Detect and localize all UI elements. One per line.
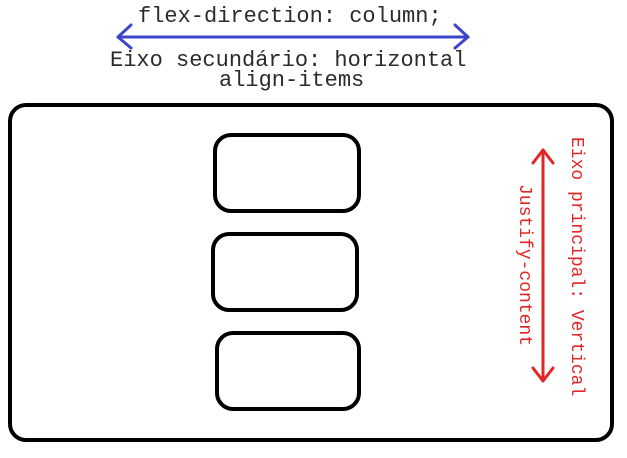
align-items-label: align-items [219,68,365,93]
flex-item-1 [213,133,361,213]
flex-item-2 [211,232,359,312]
flex-item-3 [215,331,361,411]
main-axis-label: Eixo principal: Vertical [566,137,586,397]
flex-direction-label: flex-direction: column; [138,4,442,29]
justify-content-label: Justify-content [514,184,534,347]
flexbox-diagram: flex-direction: column; Eixo secundário:… [0,0,627,458]
